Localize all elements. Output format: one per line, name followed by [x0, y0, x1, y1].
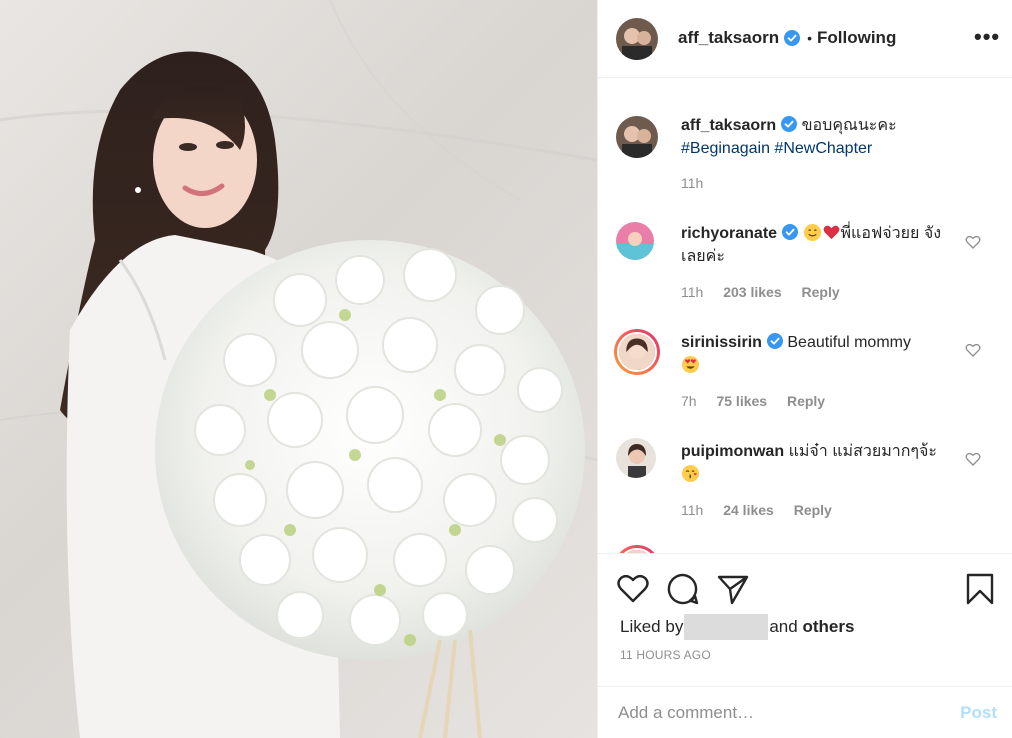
more-options-icon[interactable]: •••: [974, 26, 999, 50]
comment-input[interactable]: [618, 699, 948, 727]
heart-eyes-face-icon: [681, 355, 700, 374]
comment-text: puipimonwan แม่จ๋า แม่สวยมากๆจ้ะ: [681, 440, 956, 486]
comment-time[interactable]: 11h: [681, 284, 703, 300]
heart-icon[interactable]: [965, 342, 981, 358]
comment-meta: 7h 75 likes Reply: [681, 393, 841, 409]
heart-icon[interactable]: [965, 451, 981, 467]
liked-by-prefix: Liked by: [620, 617, 684, 636]
hashtag-links[interactable]: #Beginagain #NewChapter: [681, 140, 872, 157]
likes-others-link[interactable]: others: [802, 617, 854, 637]
bookmark-icon[interactable]: [964, 572, 996, 606]
caption-meta: 11h: [681, 175, 719, 191]
header-separator: •: [807, 30, 813, 46]
heart-icon[interactable]: [616, 572, 650, 606]
caption-body: ขอบคุณนะคะ: [801, 117, 897, 134]
redacted-username: [684, 614, 769, 640]
comments-list[interactable]: aff_taksaorn ขอบคุณนะคะ #Beginagain #New…: [598, 79, 1012, 553]
post-sidebar: aff_taksaorn • Following ••• aff_taksaor…: [597, 0, 1012, 738]
comment-likes[interactable]: 24 likes: [723, 502, 774, 518]
comment-icon[interactable]: [666, 572, 700, 606]
comment-likes[interactable]: 203 likes: [723, 284, 781, 300]
verified-badge-icon: [766, 333, 783, 349]
grin-face-icon: [803, 223, 821, 242]
comment-meta: 11h 24 likes Reply: [681, 502, 848, 518]
reply-button[interactable]: Reply: [794, 502, 832, 518]
post-button[interactable]: Post: [960, 703, 997, 723]
avatar[interactable]: [614, 329, 660, 375]
comment-meta: 11h 203 likes Reply: [681, 284, 856, 300]
username-link[interactable]: sirinissirin: [681, 334, 762, 351]
comment-body: Beautiful mommy: [787, 334, 911, 351]
comment-text: sirinissirin Beautiful mommy: [681, 331, 956, 377]
caption: aff_taksaorn ขอบคุณนะคะ #Beginagain #New…: [598, 114, 1012, 204]
avatar[interactable]: [616, 222, 654, 260]
comment-item: sirinissirin Beautiful mommy 7h 75 likes…: [598, 329, 1012, 429]
liked-by: Liked by and others: [620, 614, 854, 640]
red-heart-icon: [823, 225, 839, 240]
kiss-face-icon: [681, 464, 700, 483]
reply-button[interactable]: Reply: [787, 393, 825, 409]
header-author: aff_taksaorn • Following: [678, 28, 896, 48]
comment-item: richyoranate พี่แอฟจ่วยย จังเลยค่ะ 11h 2…: [598, 222, 1012, 322]
comment-body: แม่จ๋า แม่สวยมากๆจ้ะ: [788, 443, 937, 460]
caption-text: aff_taksaorn ขอบคุณนะคะ #Beginagain #New…: [681, 114, 956, 160]
comment-likes[interactable]: 75 likes: [716, 393, 767, 409]
heart-icon[interactable]: [965, 234, 981, 250]
caption-time[interactable]: 11h: [681, 175, 703, 191]
comment-item-partial: [598, 545, 1012, 553]
comment-time[interactable]: 11h: [681, 502, 703, 518]
reply-button[interactable]: Reply: [802, 284, 840, 300]
share-icon[interactable]: [716, 572, 750, 606]
avatar[interactable]: [616, 438, 656, 478]
comment-time[interactable]: 7h: [681, 393, 697, 409]
avatar[interactable]: [616, 116, 658, 158]
comment-item: puipimonwan แม่จ๋า แม่สวยมากๆจ้ะ 11h 24 …: [598, 438, 1012, 538]
verified-badge-icon: [784, 30, 801, 46]
add-comment-bar: Post: [598, 686, 1012, 738]
post-photo-illustration: [0, 0, 597, 738]
following-button[interactable]: Following: [817, 28, 896, 48]
verified-badge-icon: [782, 224, 799, 240]
username-link[interactable]: richyoranate: [681, 225, 777, 242]
post-header: aff_taksaorn • Following •••: [598, 0, 1012, 78]
comment-text: richyoranate พี่แอฟจ่วยย จังเลยค่ะ: [681, 222, 956, 268]
username-link[interactable]: puipimonwan: [681, 443, 784, 460]
avatar[interactable]: [614, 545, 660, 553]
verified-badge-icon: [781, 116, 798, 132]
username-link[interactable]: aff_taksaorn: [678, 28, 779, 48]
username-link[interactable]: aff_taksaorn: [681, 117, 776, 134]
liked-by-and: and: [769, 617, 798, 636]
post-photo[interactable]: [0, 0, 597, 738]
avatar[interactable]: [616, 18, 658, 60]
post-timestamp[interactable]: 11 HOURS AGO: [620, 648, 711, 662]
